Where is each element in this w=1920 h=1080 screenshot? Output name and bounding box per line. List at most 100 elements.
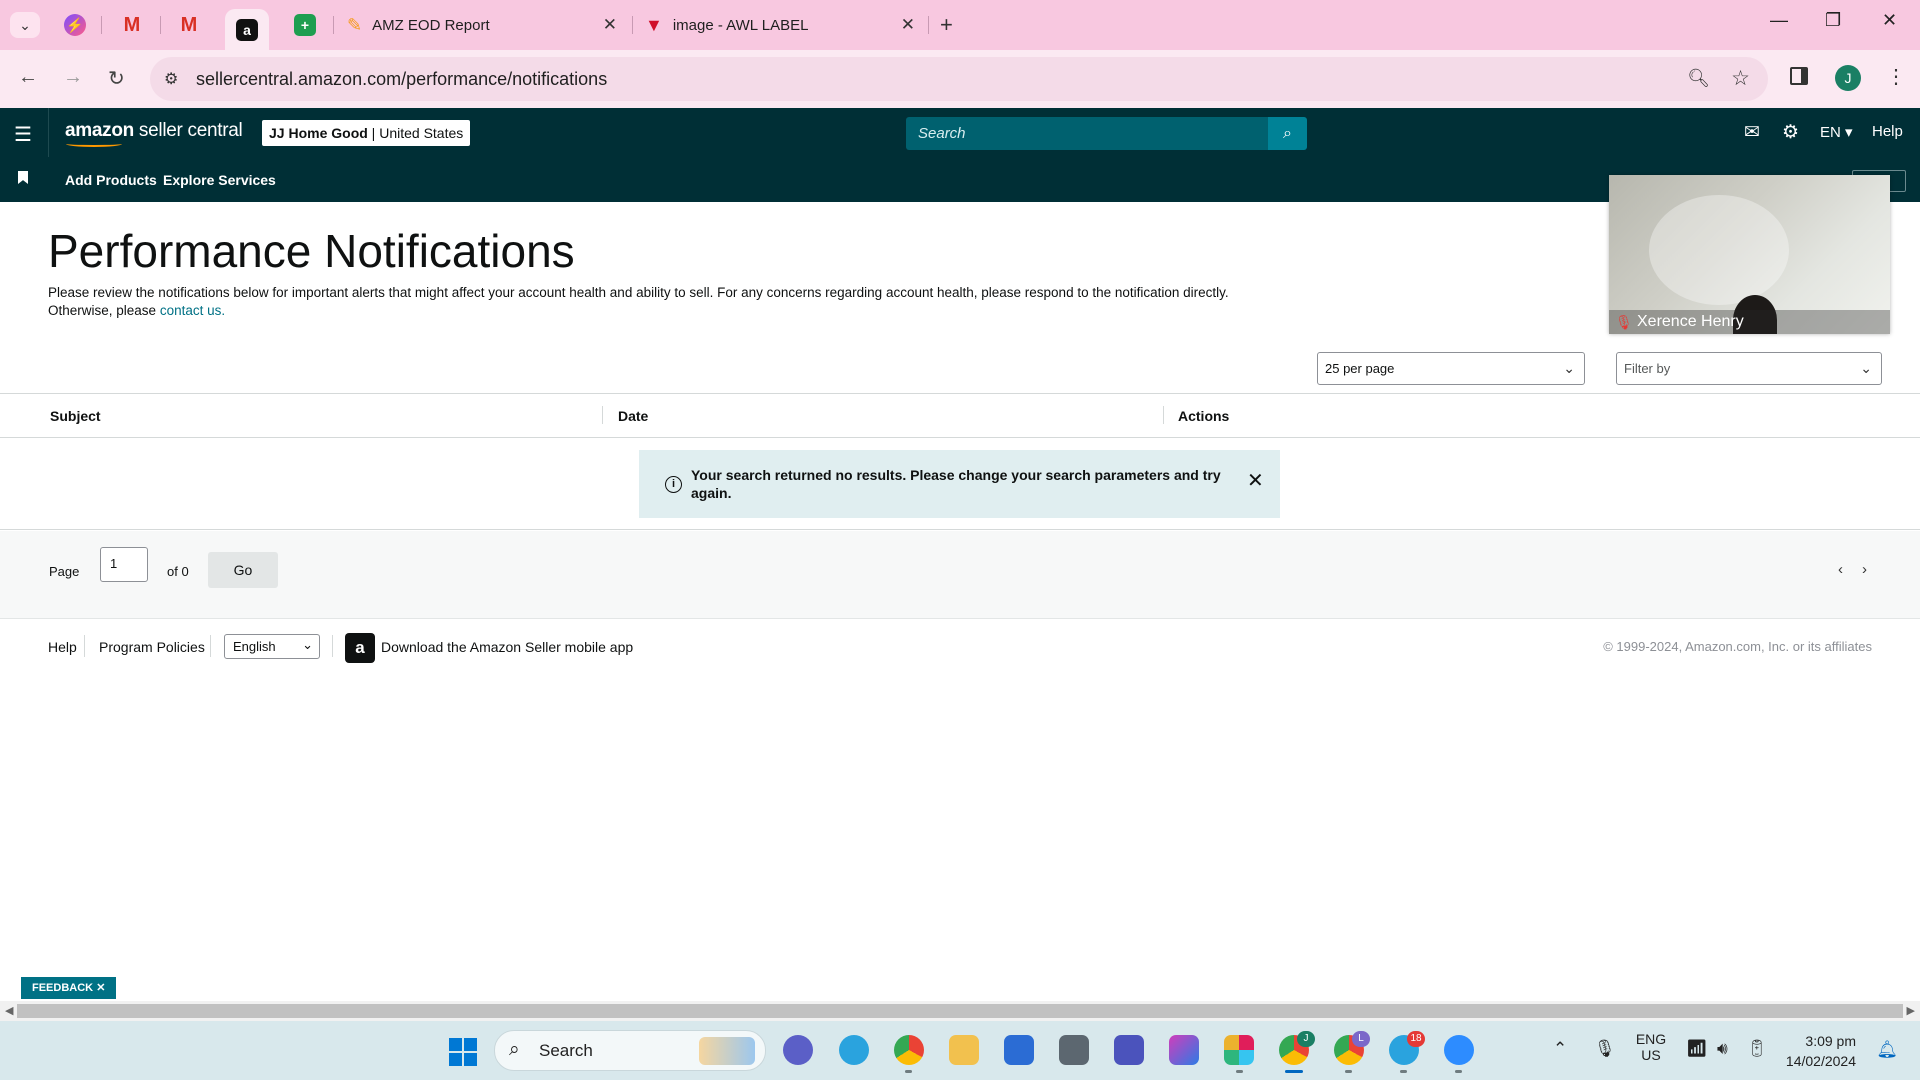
browser-menu-icon[interactable]: ⋮ [1886,64,1906,89]
horizontal-scrollbar[interactable]: ◀ ▶ [0,1001,1920,1021]
close-icon[interactable]: ✕ [901,15,915,35]
explore-services-link[interactable]: Explore Services [163,172,276,188]
back-icon[interactable]: ← [18,66,38,89]
chevron-left-icon[interactable]: ‹ [1838,561,1843,578]
chrome-icon[interactable] [894,1035,924,1065]
forward-icon[interactable]: → [63,66,83,89]
scroll-left-icon[interactable]: ◀ [5,1004,13,1017]
pinned-tab-gmail-1[interactable]: M [110,9,154,41]
search-button[interactable]: ⌕ [1268,117,1307,150]
notepad-icon[interactable] [1004,1035,1034,1065]
video-meeting-icon[interactable] [783,1035,813,1065]
region-code: US [1641,1047,1661,1063]
amazon-smile-icon [66,141,122,147]
feedback-button[interactable]: FEEDBACK ✕ [21,977,117,999]
reload-icon[interactable]: ↻ [108,66,125,91]
program-policies-link[interactable]: Program Policies [99,639,205,655]
microphone-icon[interactable]: 🎙︎ [1594,1039,1616,1059]
side-panel-icon[interactable] [1790,67,1808,85]
chevron-down-icon: ⌄ [1563,360,1575,376]
per-page-select[interactable]: 25 per page ⌄ [1317,352,1585,385]
restore-icon[interactable]: ❐ [1825,10,1841,31]
minimize-icon[interactable]: — [1770,10,1788,31]
telegram-icon[interactable] [839,1035,869,1065]
tab-separator [101,16,102,34]
chevron-right-icon[interactable]: › [1862,561,1867,578]
footer-help-link[interactable]: Help [48,639,77,655]
logo-amazon-text: amazon [65,120,134,141]
pinned-tab-sheets[interactable]: + [283,9,327,41]
volume-icon[interactable]: 🔊︎ [1717,1039,1728,1059]
chevron-up-icon[interactable]: ⌃ [1553,1039,1567,1059]
keyboard-language[interactable]: ENG US [1633,1031,1669,1063]
per-page-value: 25 per page [1325,361,1395,376]
profile-avatar[interactable]: J [1835,65,1861,91]
header-search-input[interactable]: Search [906,117,1268,150]
slack-icon[interactable] [1224,1035,1254,1065]
add-products-link[interactable]: Add Products [65,172,157,188]
contact-us-link[interactable]: contact us. [160,303,225,318]
clock-date: 14/02/2024 [1785,1053,1856,1069]
wifi-icon[interactable]: 📶︎ [1686,1039,1708,1059]
help-link[interactable]: Help [1872,123,1903,140]
amazon-app-icon[interactable]: a [345,633,375,663]
footer-divider [210,635,211,657]
footer-divider [332,635,333,657]
site-info-icon[interactable]: ⚙ [164,69,178,89]
search-icon: ⌕ [509,1039,520,1060]
system-clock[interactable]: 3:09 pm 14/02/2024 [1786,1031,1856,1071]
filter-select[interactable]: Filter by ⌄ [1616,352,1882,385]
search-icon: ⌕ [1283,125,1292,142]
tab-title: image - AWL LABEL [672,16,809,34]
footer-language-select[interactable]: English ⌄ [224,634,320,659]
address-bar[interactable]: ⚙ sellercentral.amazon.com/performance/n… [150,57,1768,101]
tab-search-button[interactable]: ⌄ [10,12,40,38]
mail-icon[interactable]: ✉ [1744,121,1760,144]
tab-image-awl-label[interactable]: ▼ image - AWL LABEL ✕ [645,9,915,41]
menu-icon[interactable]: ☰ [14,122,32,147]
calculator-icon[interactable] [1059,1035,1089,1065]
column-actions: Actions [1178,408,1230,424]
close-icon[interactable]: ✕ [96,982,105,994]
page-title: Performance Notifications [48,225,575,277]
go-button[interactable]: Go [208,552,278,588]
window-close-icon[interactable]: ✕ [1882,10,1897,31]
tab-amz-eod-report[interactable]: ✎ AMZ EOD Report ✕ [347,9,617,41]
battery-icon[interactable]: 🔋︎ [1746,1039,1768,1059]
zoom-icon[interactable]: 🔍︎ [1687,68,1710,89]
column-subject[interactable]: Subject [50,408,101,424]
running-indicator [1400,1070,1407,1073]
pinned-tab-messenger[interactable]: ⚡ [53,9,97,41]
file-explorer-icon[interactable] [949,1035,979,1065]
taskbar-search[interactable]: ⌕ Search [494,1030,766,1071]
video-background [1649,195,1789,305]
language-selector[interactable]: EN ▾ [1820,123,1853,141]
snipping-tool-icon[interactable] [1169,1035,1199,1065]
zoom-icon[interactable] [1444,1035,1474,1065]
url-text[interactable]: sellercentral.amazon.com/performance/not… [196,69,607,90]
video-call-overlay[interactable]: 🎙︎ Xerence Henry [1609,175,1890,334]
scroll-right-icon[interactable]: ▶ [1907,1004,1915,1017]
windows-start-icon[interactable] [449,1038,477,1066]
new-tab-button[interactable]: + [940,12,953,38]
bookmark-icon[interactable] [18,171,28,184]
seller-central-logo[interactable]: amazon seller central [65,120,243,142]
scrollbar-thumb[interactable] [17,1004,1903,1018]
running-indicator [1345,1070,1352,1073]
close-icon[interactable]: ✕ [603,15,617,35]
gear-icon[interactable]: ⚙ [1782,121,1799,144]
pinned-tab-amazon[interactable]: a [225,9,269,50]
teams-icon[interactable] [1114,1035,1144,1065]
running-indicator [1455,1070,1462,1073]
close-icon[interactable]: ✕ [1247,468,1264,493]
browser-toolbar: ← → ↻ ⚙ sellercentral.amazon.com/perform… [0,50,1920,108]
pagination: Page 1 of 0 Go ‹ › [0,531,1920,619]
store-selector[interactable]: JJ Home Good | United States [262,120,471,146]
gmail-icon: M [180,13,198,36]
notification-bell-icon[interactable]: 🔔︎ [1876,1040,1898,1060]
column-date[interactable]: Date [618,408,648,424]
bookmark-star-icon[interactable]: ☆ [1731,66,1750,91]
download-app-link[interactable]: Download the Amazon Seller mobile app [381,639,633,655]
page-number-input[interactable]: 1 [100,547,148,582]
pinned-tab-gmail-2[interactable]: M [167,9,211,41]
